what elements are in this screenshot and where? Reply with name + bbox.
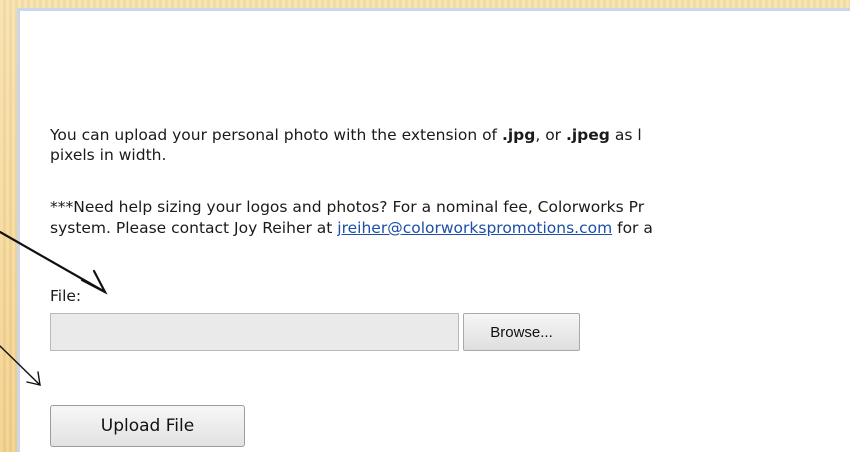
ext-jpeg: .jpeg [565,126,610,144]
upload-panel: You can upload your personal photo with … [17,8,850,452]
file-path-field[interactable] [50,313,459,351]
help-text-suffix: for a [612,219,653,237]
intro-text-line1: You can upload your personal photo with … [50,125,642,145]
help-text-line2: system. Please contact Joy Reiher at jre… [50,218,653,238]
browse-button[interactable]: Browse... [463,313,580,351]
contact-email-link[interactable]: jreiher@colorworkspromotions.com [337,219,612,237]
upload-file-button[interactable]: Upload File [50,405,245,447]
intro-text-mid: , or [535,126,566,144]
help-text-line1: ***Need help sizing your logos and photo… [50,198,645,216]
intro-text: You can upload your personal photo with … [50,126,502,144]
help-text: system. Please contact Joy Reiher at [50,219,338,237]
file-label: File: [50,287,82,305]
intro-text-line2: pixels in width. [50,146,167,164]
ext-jpg: .jpg [501,126,536,144]
intro-text-suffix: as l [609,126,642,144]
